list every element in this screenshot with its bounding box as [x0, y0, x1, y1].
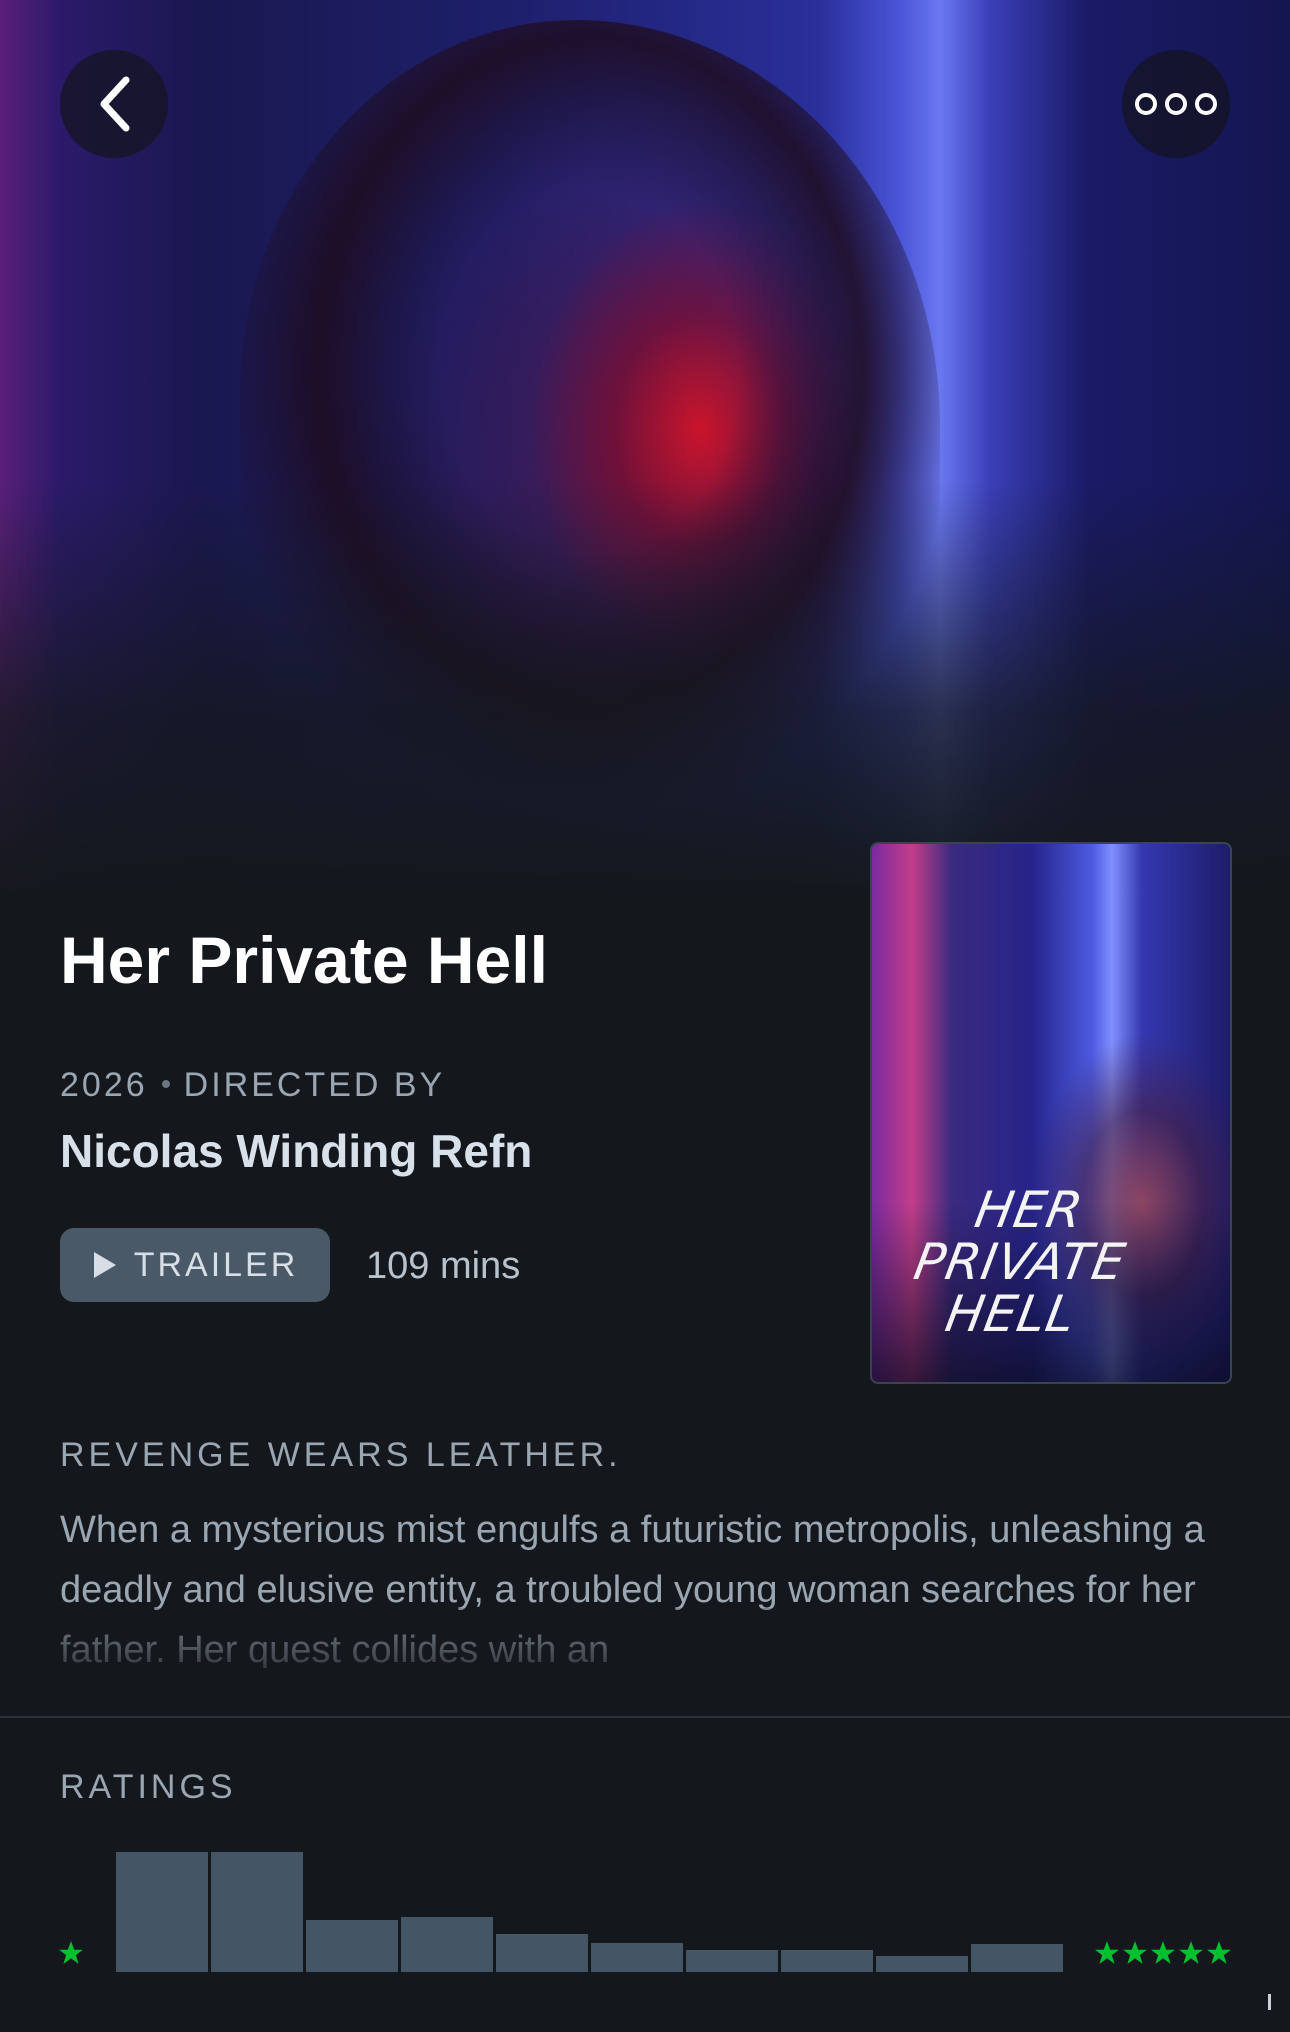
- back-button[interactable]: [60, 50, 168, 158]
- backdrop-image: [0, 0, 1290, 900]
- section-divider: [0, 1716, 1290, 1718]
- trailer-label: TRAILER: [133, 1245, 299, 1284]
- star-icon: [1095, 1941, 1119, 1964]
- synopsis-text[interactable]: When a mysterious mist engulfs a futuris…: [60, 1500, 1230, 1668]
- star-icon: [1123, 1941, 1147, 1964]
- ellipsis-icon: [1131, 93, 1221, 115]
- directed-by-label: DIRECTED BY: [183, 1066, 446, 1104]
- star-icon: [1151, 1941, 1175, 1964]
- more-options-button[interactable]: [1122, 50, 1230, 158]
- director-link[interactable]: Nicolas Winding Refn: [60, 1124, 532, 1178]
- poster-image[interactable]: HER PRIVATE HELL: [870, 842, 1232, 1384]
- histogram-bar[interactable]: [401, 1917, 493, 1972]
- histogram-bar[interactable]: [971, 1944, 1063, 1972]
- histogram-bar[interactable]: [116, 1852, 208, 1972]
- film-meta: 2026 DIRECTED BY: [60, 1066, 445, 1105]
- histogram-bar[interactable]: [306, 1920, 398, 1972]
- play-icon: [93, 1252, 116, 1278]
- histogram-bar[interactable]: [686, 1950, 778, 1972]
- star-icon: [59, 1941, 83, 1964]
- star-icon: [1179, 1941, 1203, 1964]
- scroll-indicator: [1268, 1994, 1271, 2010]
- histogram-bar[interactable]: [211, 1852, 303, 1972]
- ratings-heading: RATINGS: [60, 1768, 237, 1806]
- min-rating-stars: [58, 1940, 84, 1971]
- tagline: REVENGE WEARS LEATHER.: [60, 1436, 622, 1474]
- release-year[interactable]: 2026: [60, 1066, 148, 1104]
- max-rating-stars: [1094, 1940, 1232, 1966]
- histogram-bar[interactable]: [781, 1950, 873, 1972]
- backdrop-fade: [0, 480, 1290, 900]
- film-title: Her Private Hell: [60, 923, 548, 997]
- histogram-bar[interactable]: [591, 1943, 683, 1972]
- histogram-bar[interactable]: [496, 1934, 588, 1972]
- trailer-button[interactable]: TRAILER: [60, 1228, 330, 1302]
- chevron-left-icon: [100, 76, 130, 132]
- star-icon: [1207, 1941, 1231, 1964]
- poster-title: HER PRIVATE HELL: [909, 1181, 1131, 1343]
- histogram-bar[interactable]: [876, 1956, 968, 1972]
- runtime: 109 mins: [366, 1245, 521, 1287]
